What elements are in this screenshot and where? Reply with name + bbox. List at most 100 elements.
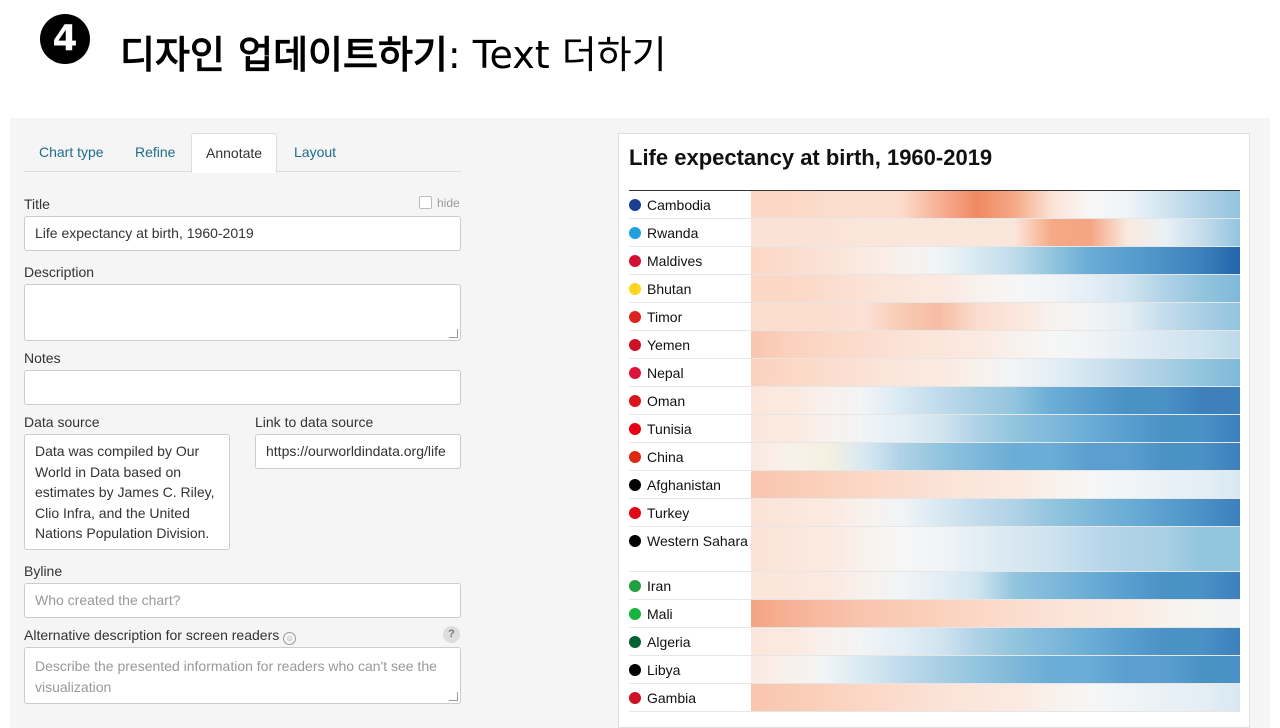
slide-title: 디자인 업데이트하기: Text 더하기 (120, 24, 667, 79)
flag-icon (629, 283, 641, 295)
flag-icon (629, 255, 641, 267)
heatmap-row: Afghanistan (629, 471, 1240, 499)
notes-input[interactable] (24, 370, 461, 405)
flag-icon (629, 636, 641, 648)
country-label: Timor (629, 309, 749, 326)
country-label: Cambodia (629, 197, 749, 214)
country-label: Western Sahara (629, 533, 749, 550)
heatmap-row: Oman (629, 387, 1240, 415)
heatmap-strip (751, 527, 1240, 571)
country-name: Maldives (647, 253, 703, 269)
heatmap-row: Rwanda (629, 219, 1240, 247)
flag-icon (629, 535, 641, 547)
heatmap-strip (751, 499, 1240, 526)
alt-description-text: Alternative description for screen reade… (24, 627, 280, 643)
link-input[interactable]: https://ourworldindata.org/life (255, 434, 461, 469)
heatmap-row: Maldives (629, 247, 1240, 275)
country-name: Algeria (647, 634, 691, 650)
flag-icon (629, 395, 641, 407)
heatmap-row: China (629, 443, 1240, 471)
heatmap-row: Gambia (629, 684, 1240, 712)
link-label: Link to data source (255, 414, 374, 430)
flag-icon (629, 423, 641, 435)
flag-icon (629, 608, 641, 620)
hide-checkbox[interactable] (419, 196, 432, 209)
heatmap-row: Libya (629, 656, 1240, 684)
country-name: Yemen (647, 337, 691, 353)
flag-icon (629, 227, 641, 239)
country-name: Cambodia (647, 197, 711, 213)
slide-title-rest: : Text 더하기 (447, 33, 667, 77)
alt-description-textarea[interactable]: Describe the presented information for r… (24, 647, 461, 704)
country-label: Iran (629, 578, 749, 595)
country-name: Iran (647, 578, 672, 594)
country-label: Algeria (629, 634, 749, 651)
country-label: Afghanistan (629, 477, 749, 494)
tab-chart-type[interactable]: Chart type (39, 133, 104, 171)
country-label: China (629, 449, 749, 466)
heatmap-strip (751, 359, 1240, 386)
editor-tabs: Chart type Refine Annotate Layout (24, 133, 461, 173)
tab-annotate[interactable]: Annotate (191, 133, 278, 173)
flag-icon (629, 580, 641, 592)
country-label: Tunisia (629, 421, 749, 438)
heatmap-strip (751, 415, 1240, 442)
heatmap-row: Iran (629, 572, 1240, 600)
description-label: Description (24, 264, 95, 280)
country-name: Western Sahara (647, 533, 748, 549)
byline-input[interactable]: Who created the chart? (24, 583, 461, 618)
flag-icon (629, 311, 641, 323)
heatmap-row: Tunisia (629, 415, 1240, 443)
heatmap-strip (751, 471, 1240, 498)
description-textarea[interactable] (24, 284, 461, 341)
heatmap-strip (751, 275, 1240, 302)
country-name: Nepal (647, 365, 684, 381)
country-name: Libya (647, 662, 681, 678)
data-source-label: Data source (24, 414, 100, 430)
country-name: Turkey (647, 505, 690, 521)
country-name: Oman (647, 393, 686, 409)
flag-icon (629, 451, 641, 463)
heatmap-row: Bhutan (629, 275, 1240, 303)
heatmap-row: Turkey (629, 499, 1240, 527)
notes-label: Notes (24, 350, 61, 366)
resize-handle[interactable] (449, 329, 458, 338)
heatmap-row: Cambodia (629, 191, 1240, 219)
heatmap-strip (751, 387, 1240, 414)
title-input[interactable]: Life expectancy at birth, 1960-2019 (24, 216, 461, 251)
country-label: Nepal (629, 365, 749, 382)
flag-icon (629, 367, 641, 379)
flag-icon (629, 339, 641, 351)
heatmap-strip (751, 572, 1240, 599)
data-source-textarea[interactable]: Data was compiled by Our World in Data b… (24, 434, 230, 550)
step-number-badge: 4 (40, 14, 90, 64)
tab-layout[interactable]: Layout (294, 133, 336, 171)
country-label: Turkey (629, 505, 749, 522)
flag-icon (629, 664, 641, 676)
heatmap-strip (751, 600, 1240, 627)
hide-label: hide (437, 196, 460, 210)
alt-description-placeholder: Describe the presented information for r… (35, 658, 437, 695)
alt-description-label: Alternative description for screen reade… (24, 627, 297, 645)
heatmap-row: Western Sahara (629, 527, 1240, 572)
country-name: Tunisia (647, 421, 692, 437)
chart-title: Life expectancy at birth, 1960-2019 (629, 145, 993, 170)
country-name: Gambia (647, 690, 697, 706)
country-label: Rwanda (629, 225, 749, 242)
resize-handle[interactable] (449, 692, 458, 701)
heatmap-row: Algeria (629, 628, 1240, 656)
country-label: Yemen (629, 337, 749, 354)
country-label: Gambia (629, 690, 749, 707)
tab-refine[interactable]: Refine (135, 133, 175, 171)
title-label: Title (24, 196, 50, 212)
country-name: Afghanistan (647, 477, 721, 493)
country-name: Mali (647, 606, 673, 622)
flag-icon (629, 479, 641, 491)
flag-icon (629, 199, 641, 211)
hide-title-toggle[interactable]: hide (419, 196, 460, 210)
country-label: Libya (629, 662, 749, 679)
heatmap-strip (751, 247, 1240, 274)
accessibility-icon: ☺ (283, 632, 297, 645)
help-icon[interactable]: ? (443, 626, 460, 643)
country-label: Mali (629, 606, 749, 623)
